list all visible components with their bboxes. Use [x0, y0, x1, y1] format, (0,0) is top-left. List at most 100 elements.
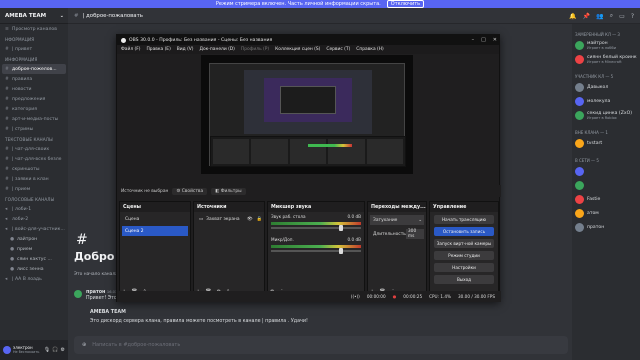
channel-item[interactable]: # предложения [0, 94, 68, 104]
duration-label: Длительность [373, 231, 406, 237]
properties-button[interactable]: ⚙ Свойства [172, 187, 208, 195]
member-item[interactable]: майтрон Играет в лобби [575, 38, 640, 52]
member-name: секид цинка (ZxO) [587, 110, 632, 116]
server-header[interactable]: AMEBA TEAM ⌄ [0, 8, 68, 24]
obs-menu-item[interactable]: Сервис (T) [326, 47, 350, 52]
channel-item[interactable]: ◂ | лоби-1 [0, 204, 68, 214]
microphone-icon[interactable]: 🎙 [44, 347, 50, 353]
minimize-icon[interactable]: – [472, 37, 475, 43]
transition-select[interactable]: Затухание ⌄ [370, 215, 424, 225]
member-item[interactable]: tvstart [575, 136, 640, 150]
channel-label: предложения [12, 96, 46, 102]
channel-item[interactable]: # | заявки в клан [0, 174, 68, 184]
studio-mode-button[interactable]: Режим студии [434, 251, 494, 260]
duration-value[interactable]: 300 ms [405, 229, 424, 239]
inbox-icon[interactable]: ▭ [619, 13, 625, 20]
member-item[interactable]: молекула [575, 94, 640, 108]
channel-item[interactable]: # доброе-пожелов... [2, 64, 66, 74]
bell-icon[interactable]: 🔔 [569, 13, 576, 20]
obs-menu-item[interactable]: Справка (H) [356, 47, 383, 52]
lock-icon[interactable]: 🔒 [257, 217, 262, 222]
member-item[interactable]: секид цинка (ZxO) Играет в Roblox [575, 108, 640, 122]
voice-user[interactable]: ● прием [0, 244, 68, 254]
channel-category[interactable]: ИНФОРМАЦИЯ [0, 54, 68, 64]
channel-category[interactable]: НФОРМАЦИЯ [0, 34, 68, 44]
member-item[interactable] [575, 178, 640, 192]
channel-item[interactable]: ≡ Просмотр каналов [0, 24, 68, 34]
channel-item[interactable]: # | прием [0, 184, 68, 194]
avatar[interactable] [3, 346, 11, 354]
channel-item[interactable]: # | чат-для-всех безле [0, 154, 68, 164]
obs-menu-item[interactable]: Правка (E) [146, 47, 170, 52]
scene-item[interactable]: Сцена 2 [122, 226, 188, 236]
channel-item[interactable]: ◂ лоби-2 [0, 214, 68, 224]
channel-item[interactable]: # скриншоты [0, 164, 68, 174]
message-author[interactable]: пратон [86, 290, 105, 295]
user-panel: электрон Не беспокоить 🎙 🎧 ⚙ [0, 340, 68, 360]
member-item[interactable]: сиянн белый кроинк Играет в Minecraft [575, 52, 640, 66]
channel-label: доброе-пожелов... [12, 66, 57, 72]
search-icon[interactable]: ⌕ [610, 12, 613, 20]
track-name: Звук раб. стола [271, 214, 306, 219]
channel-item[interactable]: # | чат-для-своих [0, 144, 68, 154]
obs-menu-item[interactable]: Профиль (P) [241, 47, 269, 52]
obs-menu-item[interactable]: Файл (F) [121, 47, 140, 52]
channel-category[interactable]: ТЕКСТОВЫЕ КАНАЛЫ [0, 134, 68, 144]
channel-label: | чат-для-своих [12, 146, 50, 152]
slider-knob[interactable] [339, 248, 343, 254]
member-item[interactable]: Fastie [575, 192, 640, 206]
voice-user[interactable]: ● лайтрон [0, 234, 68, 244]
filters-button[interactable]: ◧ Фильтры [211, 187, 246, 195]
member-item[interactable]: Давыкол [575, 80, 640, 94]
settings-button[interactable]: Настройки [434, 263, 494, 272]
start-streaming-button[interactable]: Начать трансляцию [434, 215, 494, 224]
channel-item[interactable]: ◂ | АА В лоадь [0, 274, 68, 284]
disable-streamer-mode-button[interactable]: Отключить [386, 0, 425, 8]
maximize-icon[interactable]: □ [481, 37, 486, 43]
channel-item[interactable]: # | привет [0, 44, 68, 54]
avatar[interactable] [74, 290, 82, 298]
transitions-title: Переходы между... [368, 202, 426, 212]
obs-preview[interactable] [201, 55, 413, 174]
voice-user[interactable]: ● лисс зенна [0, 264, 68, 274]
channel-item[interactable]: # категория [0, 104, 68, 114]
member-item[interactable] [575, 164, 640, 178]
obs-menu-item[interactable]: Коллекция сцен (S) [275, 47, 320, 52]
scene-item[interactable]: Сцена [122, 214, 188, 224]
member-activity: Играет в Minecraft [587, 59, 622, 64]
help-icon[interactable]: ? [631, 13, 634, 20]
gear-icon[interactable]: ⚙ [61, 347, 65, 353]
pin-icon[interactable]: 📌 [583, 13, 590, 20]
channel-category[interactable]: ГОЛОСОВЫЕ КАНАЛЫ [0, 194, 68, 204]
virtual-camera-button[interactable]: Запуск вирт-ной камеры [434, 239, 494, 248]
volume-slider[interactable] [271, 248, 361, 254]
chevron-down-icon: ⌄ [59, 12, 64, 19]
track-db: 0.0 dB [347, 237, 361, 242]
headphones-icon[interactable]: 🎧 [52, 347, 58, 353]
channel-item[interactable]: # | стримы [0, 124, 68, 134]
member-item[interactable]: атом [575, 206, 640, 220]
obs-menu-item[interactable]: Вид (V) [177, 47, 194, 52]
stop-recording-button[interactable]: Остановить запись [434, 227, 494, 236]
obs-menubar: Файл (F) Правка (E) Вид (V) Док-панели (D) П… [117, 45, 499, 54]
channel-item[interactable]: # новости [0, 84, 68, 94]
avatar [575, 82, 584, 92]
avatar [575, 222, 584, 232]
slider-knob[interactable] [339, 225, 343, 231]
volume-slider[interactable] [271, 225, 361, 231]
members-icon[interactable]: 👥 [596, 13, 603, 20]
close-icon[interactable]: ✕ [493, 37, 497, 43]
channel-item[interactable]: # арт-и-медиа-посты [0, 114, 68, 124]
exit-button[interactable]: Выход [434, 275, 494, 284]
obs-menu-item[interactable]: Док-панели (D) [200, 47, 235, 52]
source-item[interactable]: ▭ Захват экрана 👁 🔒 [196, 214, 262, 224]
voice-user[interactable]: ● сяин кактус ... [0, 254, 68, 264]
message-input[interactable]: ⊕ Написать в #доброе-пожаловать [74, 336, 568, 354]
channel-label: скриншоты [12, 166, 40, 172]
obs-titlebar[interactable]: OBS 30.0.0 - Профиль: Без названия - Сце… [117, 35, 499, 45]
eye-icon[interactable]: 👁 [247, 217, 253, 222]
channel-item[interactable]: # правила [0, 74, 68, 84]
add-attachment-icon[interactable]: ⊕ [82, 342, 86, 348]
member-item[interactable]: пратон [575, 220, 640, 234]
channel-item[interactable]: ◂ | войс-для-участник... [0, 224, 68, 234]
